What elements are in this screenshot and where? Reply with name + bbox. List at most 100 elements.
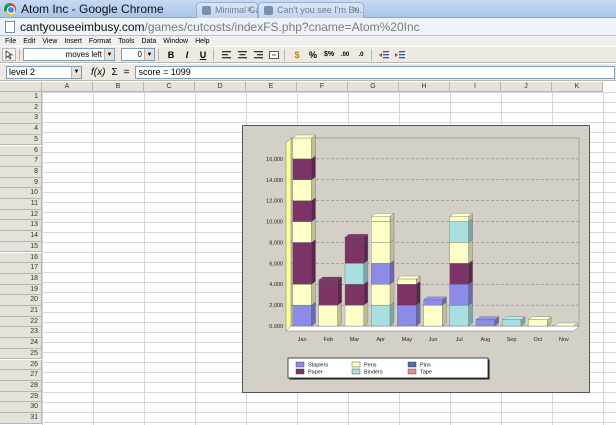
underline-button[interactable]: U (196, 48, 210, 61)
sum-button[interactable]: Σ (111, 67, 117, 78)
row-header[interactable]: 28 (0, 380, 42, 392)
row-header[interactable]: 6 (0, 145, 42, 157)
chart-xtick-label: May (402, 337, 413, 343)
close-icon[interactable]: ✕ (246, 5, 253, 14)
column-header-f[interactable]: F (297, 82, 348, 92)
row-header[interactable]: 20 (0, 295, 42, 306)
row-header[interactable]: 19 (0, 284, 42, 296)
size-combo[interactable]: 0 ▼ (121, 48, 155, 61)
column-header-a[interactable]: A (42, 82, 93, 92)
row-header[interactable]: 23 (0, 327, 42, 339)
column-header-j[interactable]: J (501, 82, 552, 92)
row-header[interactable]: 16 (0, 252, 42, 264)
column-header-h[interactable]: H (399, 82, 450, 92)
column-header-i[interactable]: I (450, 82, 501, 92)
row-header[interactable]: 15 (0, 241, 42, 253)
column-header-k[interactable]: K (552, 82, 603, 92)
row-header[interactable]: 25 (0, 348, 42, 360)
stacked-bar-chart[interactable]: 0.000 2,000 4,000 6,000 8,000 10,000 12,000 14,… (242, 125, 590, 393)
select-all-corner[interactable] (0, 82, 42, 92)
chart-ytick-label: 6,000 (269, 261, 283, 267)
row-header[interactable]: 9 (0, 177, 42, 189)
bar-segment-paper (318, 279, 338, 285)
name-box[interactable]: level 2 ▼ (6, 65, 82, 79)
browser-tab[interactable]: Can't you see I'm Bu... ✕ (258, 2, 364, 18)
row-header[interactable]: 17 (0, 263, 42, 274)
legend-label-paper: Paper (308, 370, 323, 376)
column-header-g[interactable]: G (348, 82, 399, 92)
row-header[interactable]: 8 (0, 166, 42, 178)
row-header[interactable]: 11 (0, 199, 42, 210)
row-header[interactable]: 7 (0, 156, 42, 167)
italic-button[interactable]: I (180, 48, 194, 61)
chevron-down-icon[interactable]: ▼ (71, 66, 81, 78)
url-host: cantyouseeimbusy.com (20, 19, 145, 34)
column-header-b[interactable]: B (93, 82, 144, 92)
menu-help[interactable]: Help (195, 38, 209, 45)
merge-cells-icon[interactable] (267, 48, 281, 61)
increase-indent-icon[interactable] (393, 48, 407, 61)
row-header[interactable]: 30 (0, 402, 42, 413)
menu-window[interactable]: Window (163, 38, 188, 45)
menu-format[interactable]: Format (89, 38, 111, 45)
menu-data[interactable]: Data (141, 38, 156, 45)
row-header[interactable]: 18 (0, 273, 42, 285)
row-header[interactable]: 12 (0, 209, 42, 221)
align-right-icon[interactable] (251, 48, 265, 61)
formula-equals-button[interactable]: = (124, 67, 130, 78)
spreadsheet-grid[interactable]: ABCDEFGHIJK 1 2 3 4 5 6 7 8 9 10 11 12 13 14 15 16 17 18 1… (0, 82, 616, 425)
tab-favicon-icon (264, 6, 273, 15)
percent-icon[interactable]: % (306, 48, 320, 61)
row-header[interactable]: 3 (0, 113, 42, 125)
currency-icon[interactable]: $ (290, 48, 304, 61)
menu-edit[interactable]: Edit (23, 38, 35, 45)
row-header[interactable]: 31 (0, 413, 42, 424)
chevron-down-icon[interactable]: ▼ (104, 49, 114, 60)
menu-file[interactable]: File (5, 38, 16, 45)
row-header[interactable]: 4 (0, 124, 42, 135)
chevron-down-icon[interactable]: ▼ (144, 49, 154, 60)
function-wizard-button[interactable]: f(x) (91, 67, 105, 78)
decrease-indent-icon[interactable] (377, 48, 391, 61)
bar-segment-side (468, 218, 473, 243)
address-bar[interactable]: cantyouseeimbusy.com /games/cutcosts/ind… (0, 18, 616, 36)
bar-segment-side (468, 301, 473, 327)
bold-button[interactable]: B (164, 48, 178, 61)
row-header[interactable]: 29 (0, 391, 42, 403)
column-header-e[interactable]: E (246, 82, 297, 92)
close-icon[interactable]: ✕ (352, 5, 359, 14)
chart-ytick-label: 16,000 (266, 157, 283, 163)
font-combo[interactable]: moves left ▼ (23, 48, 115, 61)
row-header[interactable]: 5 (0, 134, 42, 146)
row-header[interactable]: 13 (0, 220, 42, 232)
row-header[interactable]: 21 (0, 306, 42, 317)
legend-swatch-paper (295, 368, 305, 375)
bar-segment-pens (449, 242, 469, 264)
row-header[interactable]: 1 (0, 92, 42, 103)
row-header[interactable]: 22 (0, 316, 42, 328)
bar-top-face (370, 213, 395, 217)
row-header[interactable]: 2 (0, 102, 42, 114)
column-header-d[interactable]: D (195, 82, 246, 92)
align-center-icon[interactable] (235, 48, 249, 61)
bar-segment-pens (397, 278, 417, 285)
align-left-icon[interactable] (219, 48, 233, 61)
comma-style-icon[interactable]: $% (322, 48, 336, 61)
pointer-tool-icon[interactable] (2, 48, 16, 61)
bar-segment-pens (371, 216, 391, 222)
bar-top-face (396, 275, 421, 280)
menu-view[interactable]: View (42, 38, 57, 45)
menu-insert[interactable]: Insert (64, 38, 82, 45)
menu-tools[interactable]: Tools (118, 38, 134, 45)
row-header[interactable]: 10 (0, 188, 42, 199)
browser-tab[interactable]: Minimal Ganing ...✕ (196, 2, 258, 18)
row-header[interactable]: 24 (0, 338, 42, 349)
row-header[interactable]: 14 (0, 231, 42, 242)
column-header-c[interactable]: C (144, 82, 195, 92)
row-header[interactable]: 27 (0, 370, 42, 381)
chart-ytick-label: 10,000 (266, 220, 283, 226)
decrease-decimal-icon[interactable]: .0 (354, 48, 368, 61)
formula-input[interactable]: score = 1099 (135, 65, 616, 79)
increase-decimal-icon[interactable]: .00 (338, 48, 352, 61)
row-header[interactable]: 26 (0, 359, 42, 371)
